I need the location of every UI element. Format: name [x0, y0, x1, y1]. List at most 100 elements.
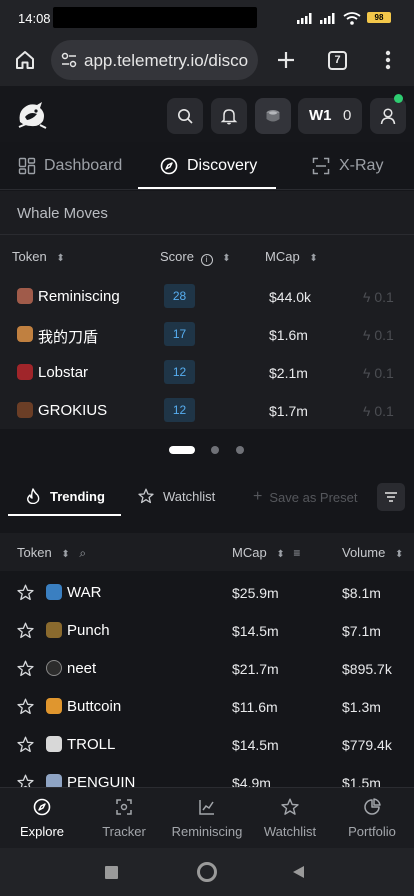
profile-button[interactable]: [370, 94, 406, 134]
star-icon[interactable]: [17, 622, 34, 639]
bottom-navigation: Explore Tracker Reminiscing Watchlist Po…: [0, 787, 414, 848]
bottom-nav-portfolio-label: Portfolio: [348, 824, 396, 839]
more-menu-icon[interactable]: [385, 50, 391, 70]
chart-icon: [199, 800, 214, 815]
recent-apps-icon[interactable]: [105, 866, 118, 879]
star-icon[interactable]: [17, 584, 34, 601]
tab-discovery[interactable]: Discovery: [160, 142, 257, 190]
filter-icon[interactable]: ≡: [293, 546, 300, 560]
trending-tab-indicator: [8, 514, 121, 516]
carousel-dot[interactable]: [236, 446, 244, 454]
list-header-token[interactable]: Token ⬍ ⌕: [17, 545, 86, 561]
whale-row[interactable]: Lobstar 12 $2.1m ϟ 0.1: [0, 353, 414, 391]
plus-icon: +: [253, 488, 263, 505]
signal-icon: [297, 13, 312, 24]
home-icon[interactable]: [15, 50, 35, 70]
site-settings-icon[interactable]: [61, 52, 77, 68]
bottom-nav-tracker[interactable]: Tracker: [92, 788, 156, 849]
notifications-button[interactable]: [211, 98, 247, 134]
table-row[interactable]: TROLL $14.5m $779.4k: [0, 725, 414, 763]
coin-button[interactable]: [255, 98, 291, 134]
tab-watchlist[interactable]: Watchlist: [138, 488, 215, 504]
whale-moves-title: Whale Moves: [17, 205, 108, 222]
whale-row[interactable]: GROKIUS 12 $1.7m ϟ 0.1: [0, 391, 414, 429]
home-button-icon[interactable]: [197, 862, 217, 882]
list-header-mcap[interactable]: MCap ⬍ ≡: [232, 545, 300, 560]
tab-trending[interactable]: Trending: [26, 488, 105, 504]
token-image: [46, 660, 62, 676]
bottom-nav-reminiscing-label: Reminiscing: [171, 824, 243, 839]
whale-header-mcap-label: MCap: [265, 249, 300, 264]
info-icon[interactable]: i: [200, 254, 213, 266]
whale-header-score-label: Score: [160, 249, 194, 264]
token-image: [46, 736, 62, 752]
lightning-icon: ϟ: [363, 365, 371, 381]
table-row[interactable]: Punch $14.5m $7.1m: [0, 611, 414, 649]
sort-icon: ⬍: [309, 253, 318, 264]
save-preset-label: Save as Preset: [269, 489, 358, 505]
score-badge: 17: [164, 322, 195, 346]
bottom-nav-reminiscing[interactable]: Reminiscing: [166, 788, 248, 849]
filter-button[interactable]: [377, 483, 405, 511]
star-icon[interactable]: [17, 698, 34, 715]
whale-header-score[interactable]: Score i ⬍: [160, 249, 231, 266]
tab-trending-label: Trending: [50, 488, 105, 504]
tab-watchlist-label: Watchlist: [163, 488, 216, 504]
browser-toolbar: app.telemetry.io/disco 7: [0, 34, 414, 86]
url-text: app.telemetry.io/disco: [84, 51, 249, 70]
url-bar[interactable]: app.telemetry.io/disco: [51, 40, 258, 80]
quick-buy-button[interactable]: ϟ 0.1: [363, 365, 394, 381]
new-tab-icon[interactable]: [276, 50, 296, 70]
save-preset-button[interactable]: + Save as Preset: [253, 488, 358, 506]
telemetry-logo-icon[interactable]: [16, 100, 48, 130]
sort-icon: ⬍: [276, 549, 285, 560]
token-name: Punch: [67, 622, 110, 639]
mcap-value: $21.7m: [232, 661, 279, 677]
status-time: 14:08: [18, 11, 51, 26]
whale-header-token[interactable]: Token ⬍: [12, 249, 65, 264]
search-button[interactable]: [167, 98, 203, 134]
star-icon[interactable]: [17, 736, 34, 753]
sort-icon: ⬍: [61, 549, 70, 560]
mcap-value: $25.9m: [232, 585, 279, 601]
mcap-value: $1.6m: [269, 327, 308, 343]
quick-buy-button[interactable]: ϟ 0.1: [363, 327, 394, 343]
whale-row[interactable]: Reminiscing 28 $44.0k ϟ 0.1: [0, 277, 414, 315]
table-row[interactable]: Buttcoin $11.6m $1.3m: [0, 687, 414, 725]
tab-xray[interactable]: X-Ray: [312, 142, 383, 190]
quick-buy-button[interactable]: ϟ 0.1: [363, 403, 394, 419]
bottom-nav-portfolio[interactable]: Portfolio: [338, 788, 406, 849]
bottom-nav-watchlist[interactable]: Watchlist: [256, 788, 324, 849]
app-header: W1 0: [0, 86, 414, 142]
list-header-volume[interactable]: Volume ⬍: [342, 545, 403, 560]
back-icon[interactable]: [292, 865, 305, 879]
lightning-icon: ϟ: [363, 327, 371, 343]
divider: [0, 234, 414, 235]
token-image: [46, 698, 62, 714]
volume-value: $8.1m: [342, 585, 381, 601]
bottom-nav-explore-label: Explore: [19, 824, 65, 839]
whale-row[interactable]: 我的刀盾 17 $1.6m ϟ 0.1: [0, 315, 414, 353]
carousel-dot[interactable]: [211, 446, 219, 454]
table-row[interactable]: neet $21.7m $895.7k: [0, 649, 414, 687]
status-bar: 14:08 98: [0, 0, 414, 34]
search-icon[interactable]: ⌕: [79, 546, 86, 560]
whale-header-mcap[interactable]: MCap ⬍: [265, 249, 318, 264]
tab-dashboard[interactable]: Dashboard: [18, 142, 122, 190]
table-row[interactable]: WAR $25.9m $8.1m: [0, 573, 414, 611]
token-name: Buttcoin: [67, 698, 122, 715]
list-header-token-label: Token: [17, 545, 52, 560]
bottom-nav-explore[interactable]: Explore: [10, 788, 74, 849]
wallet-selector-button[interactable]: W1 0: [298, 98, 362, 134]
bottom-nav-tracker-label: Tracker: [102, 824, 146, 839]
star-icon[interactable]: [17, 660, 34, 677]
list-header-volume-label: Volume: [342, 545, 386, 560]
tab-switcher-button[interactable]: 7: [328, 51, 347, 70]
lightning-icon: ϟ: [363, 403, 371, 419]
bottom-nav-watchlist-label: Watchlist: [263, 824, 317, 839]
carousel-dot-active[interactable]: [169, 446, 195, 454]
quick-buy-button[interactable]: ϟ 0.1: [363, 289, 394, 305]
filter-icon: [385, 492, 397, 502]
list-tabs: Trending Watchlist + Save as Preset: [0, 476, 414, 518]
lightning-icon: ϟ: [363, 289, 371, 305]
